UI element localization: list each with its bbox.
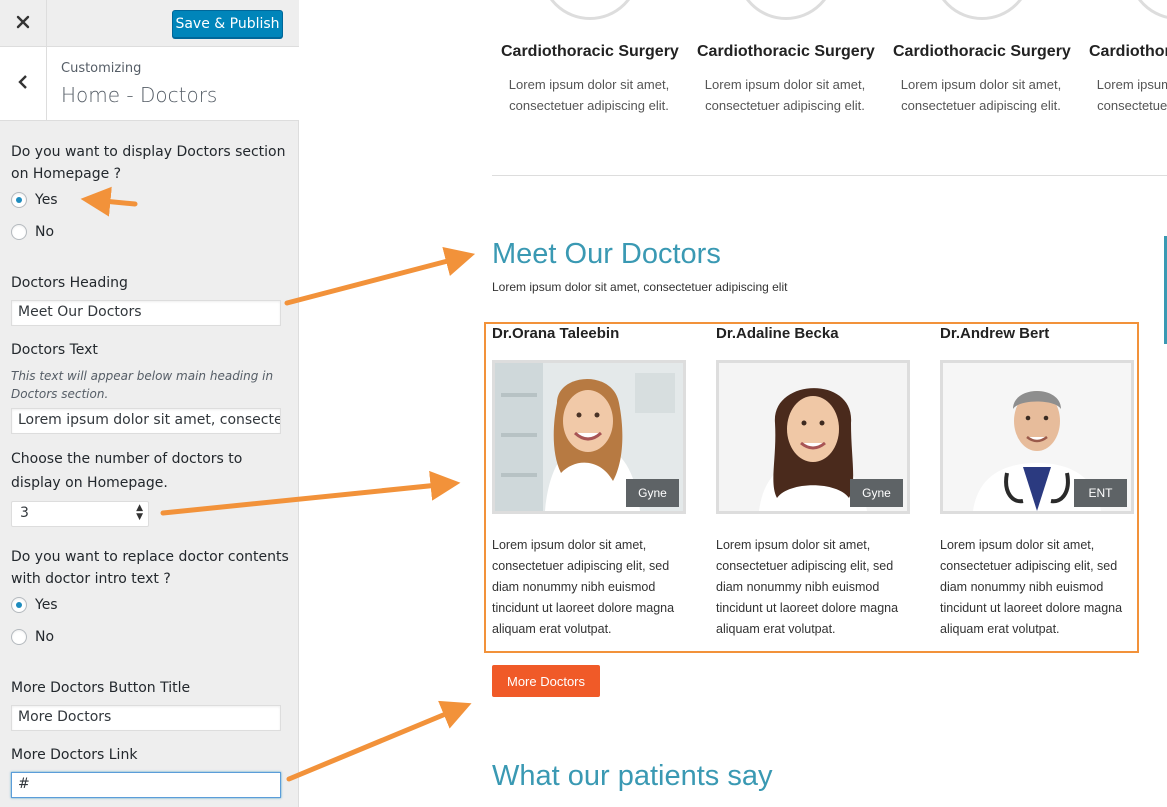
close-button[interactable] bbox=[0, 0, 47, 46]
more-doctors-button[interactable]: More Doctors bbox=[492, 665, 600, 697]
doctor-photo[interactable]: ENT bbox=[940, 360, 1134, 514]
site-preview: Cardiothoracic Surgery Cardiothoracic Su… bbox=[300, 0, 1167, 807]
service-text-line: Lorem ipsum dolor sit amet, bbox=[508, 77, 670, 92]
doctor-name[interactable]: Dr.Andrew Bert bbox=[940, 325, 1049, 342]
replace-question-label: Do you want to replace doctor contents w… bbox=[11, 549, 289, 587]
service-title: Cardiothoracic Surgery bbox=[697, 43, 875, 60]
customizer-sidebar: Save & Publish Customizing Home - Doctor… bbox=[0, 0, 299, 807]
display-yes-option[interactable]: Yes bbox=[11, 192, 58, 208]
display-no-label: No bbox=[35, 224, 55, 240]
replace-no-option[interactable]: No bbox=[11, 629, 54, 645]
back-button[interactable] bbox=[0, 47, 47, 120]
service-title: Cardiothoracic Surgery bbox=[1089, 43, 1167, 60]
chevron-left-icon bbox=[17, 74, 29, 94]
doctors-text-label: Doctors Text bbox=[11, 342, 98, 358]
customizing-label: Customizing bbox=[61, 61, 142, 76]
close-icon bbox=[16, 14, 30, 33]
replace-yes-option[interactable]: Yes bbox=[11, 597, 58, 613]
specialty-badge: ENT bbox=[1074, 479, 1127, 507]
service-icon-circle bbox=[932, 0, 1032, 20]
service-icon-circle bbox=[540, 0, 640, 20]
customizer-header: Save & Publish bbox=[0, 0, 299, 47]
service-text-line: consectetuer adipiscing elit. bbox=[901, 98, 1061, 113]
service-text-line: Lorem ipsum dolor sit amet, bbox=[900, 77, 1062, 92]
section-title: Home - Doctors bbox=[61, 83, 218, 107]
service-text: Lorem ipsum dolor sit amet, consectetuer… bbox=[886, 74, 1076, 116]
service-title: Cardiothoracic Surgery bbox=[893, 43, 1071, 60]
service-icon-circle bbox=[736, 0, 836, 20]
display-no-radio[interactable] bbox=[11, 224, 27, 240]
replace-yes-radio[interactable] bbox=[11, 597, 27, 613]
display-yes-radio[interactable] bbox=[11, 192, 27, 208]
doctors-heading-input[interactable]: Meet Our Doctors bbox=[11, 300, 281, 326]
doctor-count-label: Choose the number of doctors to display … bbox=[11, 451, 243, 491]
button-title-input[interactable]: More Doctors bbox=[11, 705, 281, 731]
replace-no-label: No bbox=[35, 629, 55, 645]
doctors-section-heading: Meet Our Doctors bbox=[492, 238, 721, 270]
doctor-bio: Lorem ipsum dolor sit amet, consectetuer… bbox=[940, 538, 1123, 636]
service-text-line: consectetuer adipiscing elit. bbox=[1097, 98, 1167, 113]
service-text-line: Lorem ipsum dolor sit amet, bbox=[1096, 77, 1167, 92]
service-icon-circle bbox=[1128, 0, 1167, 20]
doctor-count-select[interactable]: 3 ▲ ▼ bbox=[11, 501, 149, 527]
doctors-text-description: This text will appear below main heading… bbox=[11, 369, 274, 401]
service-text-line: Lorem ipsum dolor sit amet, bbox=[704, 77, 866, 92]
doctor-photo[interactable]: Gyne bbox=[716, 360, 910, 514]
link-label: More Doctors Link bbox=[11, 747, 138, 763]
display-question-label: Do you want to display Doctors section o… bbox=[11, 144, 286, 182]
doctor-name[interactable]: Dr.Orana Taleebin bbox=[492, 325, 619, 342]
service-text-line: consectetuer adipiscing elit. bbox=[705, 98, 865, 113]
doctors-section-subtext: Lorem ipsum dolor sit amet, consectetuer… bbox=[492, 280, 788, 294]
button-title-label: More Doctors Button Title bbox=[11, 680, 191, 696]
save-publish-button[interactable]: Save & Publish bbox=[172, 10, 283, 38]
service-text: Lorem ipsum dolor sit amet, consectetuer… bbox=[1082, 74, 1167, 116]
doctor-name[interactable]: Dr.Adaline Becka bbox=[716, 325, 839, 342]
specialty-badge: Gyne bbox=[850, 479, 903, 507]
section-divider bbox=[492, 175, 1167, 176]
service-text-line: consectetuer adipiscing elit. bbox=[509, 98, 669, 113]
replace-yes-label: Yes bbox=[35, 597, 58, 613]
replace-no-radio[interactable] bbox=[11, 629, 27, 645]
display-no-option[interactable]: No bbox=[11, 224, 54, 240]
service-text: Lorem ipsum dolor sit amet, consectetuer… bbox=[690, 74, 880, 116]
service-title: Cardiothoracic Surgery bbox=[501, 43, 679, 60]
link-input[interactable]: # bbox=[11, 772, 281, 798]
display-yes-label: Yes bbox=[35, 192, 58, 208]
doctor-bio: Lorem ipsum dolor sit amet, consectetuer… bbox=[492, 538, 675, 636]
testimonials-heading: What our patients say bbox=[492, 760, 773, 792]
doctor-photo[interactable]: Gyne bbox=[492, 360, 686, 514]
service-text: Lorem ipsum dolor sit amet, consectetuer… bbox=[494, 74, 684, 116]
doctor-count-value: 3 bbox=[20, 505, 29, 521]
doctors-heading-label: Doctors Heading bbox=[11, 275, 128, 291]
doctors-text-input[interactable]: Lorem ipsum dolor sit amet, consectetu bbox=[11, 408, 281, 434]
section-header: Customizing Home - Doctors bbox=[0, 47, 299, 121]
select-arrows-icon: ▲ ▼ bbox=[136, 503, 143, 522]
doctor-bio: Lorem ipsum dolor sit amet, consectetuer… bbox=[716, 538, 899, 636]
specialty-badge: Gyne bbox=[626, 479, 679, 507]
